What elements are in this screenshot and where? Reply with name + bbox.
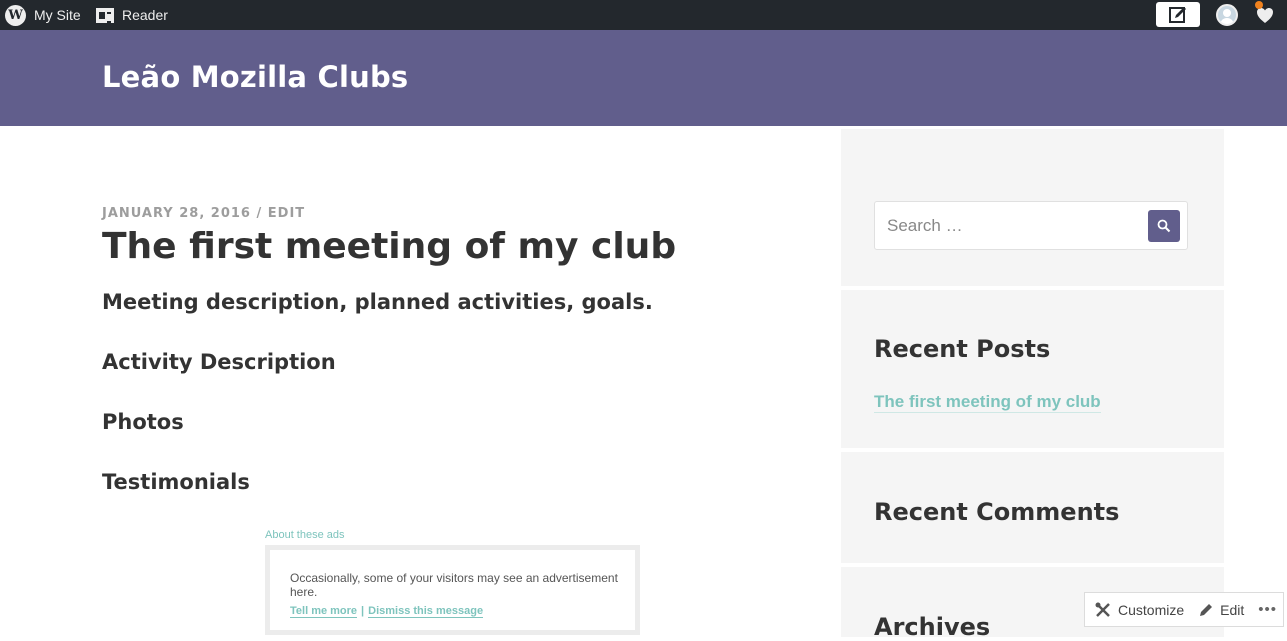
search-button[interactable] — [1148, 210, 1180, 242]
post-meta: JANUARY 28, 2016 / EDIT — [102, 206, 305, 221]
customize-tools-icon — [1095, 602, 1110, 617]
customize-label: Customize — [1118, 601, 1185, 618]
about-ads-link[interactable]: About these ads — [265, 529, 345, 541]
wordpress-logo-icon: W — [5, 4, 26, 26]
meta-separator: / — [256, 206, 263, 221]
recent-posts-widget: Recent Posts The first meeting of my clu… — [841, 290, 1224, 448]
reader-icon — [96, 7, 114, 23]
post-description-heading: Meeting description, planned activities,… — [102, 290, 653, 314]
search-input[interactable] — [887, 214, 1137, 238]
masterbar: W My Site Reader — [0, 0, 1287, 30]
write-post-icon — [1169, 6, 1186, 23]
site-header: Leão Mozilla Clubs — [0, 30, 1287, 126]
search-icon — [1157, 219, 1171, 233]
search-form — [874, 201, 1188, 250]
more-options-icon[interactable]: ••• — [1258, 601, 1277, 618]
tell-me-more-link[interactable]: Tell me more — [290, 605, 358, 618]
recent-post-link[interactable]: The first meeting of my club — [874, 392, 1101, 413]
section-heading-photos: Photos — [102, 410, 184, 434]
edit-label: Edit — [1220, 601, 1245, 618]
dismiss-message-link[interactable]: Dismiss this message — [368, 605, 484, 618]
recent-comments-widget: Recent Comments — [841, 452, 1224, 563]
customizer-bar: Customize Edit ••• — [1084, 592, 1284, 627]
ad-links: Tell me more | Dismiss this message — [290, 605, 484, 618]
my-site-label: My Site — [34, 7, 81, 23]
avatar-button[interactable] — [1216, 4, 1238, 26]
search-widget — [841, 129, 1224, 286]
archives-title: Archives — [874, 613, 991, 641]
post-edit-link[interactable]: EDIT — [268, 206, 305, 221]
ad-links-separator: | — [361, 605, 365, 617]
edit-button[interactable]: Edit — [1198, 602, 1244, 618]
reader-label: Reader — [122, 7, 168, 23]
ad-notice-box: Occasionally, some of your visitors may … — [265, 545, 640, 635]
recent-posts-title: Recent Posts — [874, 335, 1051, 363]
section-heading-activity: Activity Description — [102, 350, 336, 374]
reader-button[interactable]: Reader — [96, 0, 168, 30]
post-date[interactable]: JANUARY 28, 2016 — [102, 206, 251, 221]
customize-button[interactable]: Customize — [1094, 601, 1184, 619]
section-heading-testimonials: Testimonials — [102, 470, 250, 494]
my-site-button[interactable]: W My Site — [5, 0, 81, 30]
write-post-button[interactable] — [1156, 2, 1200, 27]
post-title: The first meeting of my club — [102, 226, 677, 267]
recent-comments-title: Recent Comments — [874, 498, 1120, 526]
ad-message: Occasionally, some of your visitors may … — [290, 571, 618, 599]
site-title[interactable]: Leão Mozilla Clubs — [102, 60, 408, 94]
notification-indicator — [1255, 1, 1263, 9]
pencil-icon — [1200, 603, 1213, 616]
